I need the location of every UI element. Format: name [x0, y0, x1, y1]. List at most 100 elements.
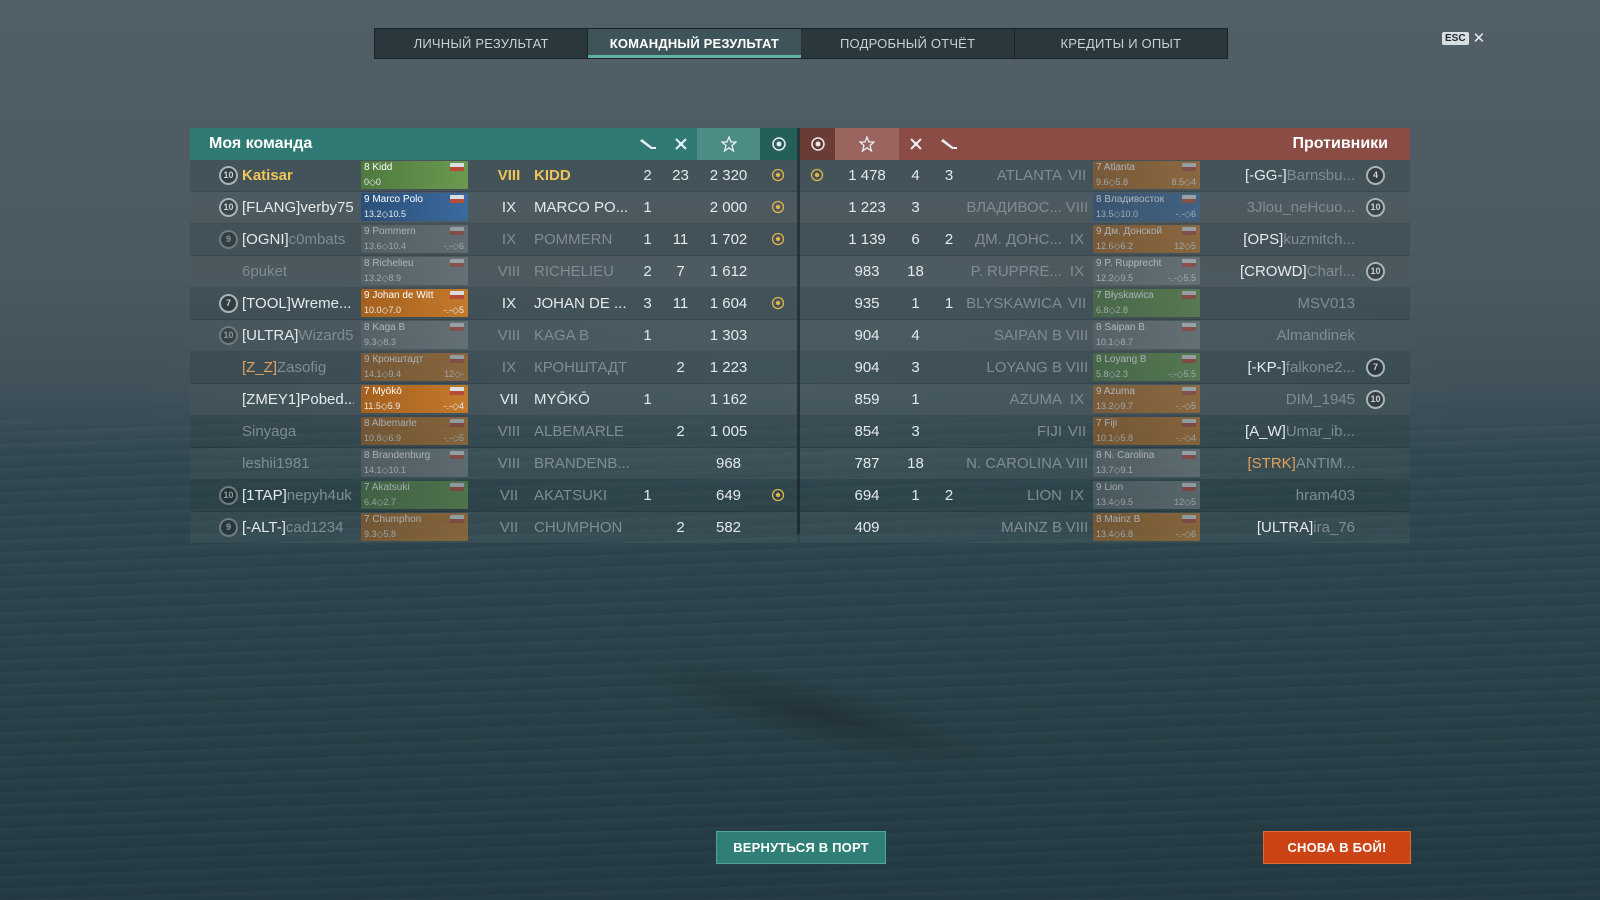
- table-row[interactable]: 935 1 1 BLYSKAWICA VII 7 Błyskawica 6.8◇2.8 MSV…: [800, 288, 1410, 320]
- table-row[interactable]: 694 1 2 LION IX 9 Lion 13.4◇9.5 12◇5 hram403: [800, 480, 1410, 512]
- player-name[interactable]: [1TAP]nepyh4uk: [242, 480, 354, 511]
- table-row[interactable]: [ZMEY1]Pobed... 7 Myōkō 11.5◇5.9 -.-◇4 VII MY…: [190, 384, 797, 416]
- ship-card-stats: 10.1◇5.8: [1096, 433, 1133, 443]
- table-row[interactable]: 6puket 8 Richelieu 13.2◇8.9 VIII RICHELIEU 2 7…: [190, 256, 797, 288]
- player-name[interactable]: [ULTRA]ira_76: [1210, 512, 1355, 543]
- ship-card: 8 Albemarle 10.8◇6.9 -.-◇5: [361, 417, 468, 445]
- battle-again-button[interactable]: СНОВА В БОЙ!: [1263, 831, 1411, 864]
- my-team-title: Моя команда: [209, 135, 313, 152]
- player-name[interactable]: [ULTRA]Wizard5: [242, 320, 354, 351]
- player-name[interactable]: Sinyaga: [242, 416, 354, 447]
- base-xp-star-icon[interactable]: [835, 128, 899, 160]
- player-name[interactable]: [FLANG]verby75: [242, 192, 354, 223]
- ship-tier: IX: [501, 231, 517, 248]
- ships-sunk-icon[interactable]: [932, 128, 966, 160]
- player-name[interactable]: hram403: [1210, 480, 1355, 511]
- planes-destroyed-icon[interactable]: [899, 128, 932, 160]
- player-name[interactable]: DIM_1945: [1210, 384, 1355, 415]
- ship-card-stats: 13.4◇9.5: [1096, 497, 1133, 507]
- ship-tier: VII: [499, 487, 519, 504]
- base-xp-value: 1 005: [709, 423, 748, 440]
- table-row[interactable]: [Z_Z]Zasofig 9 Кронштадт 14.1◇9.4 12◇- IX КРО…: [190, 352, 797, 384]
- ship-card-name: 8 Loyang B: [1096, 354, 1147, 365]
- player-nickname: Charl...: [1306, 263, 1355, 280]
- player-nickname: 3Jlou_neHcuo...: [1246, 199, 1355, 216]
- player-name[interactable]: [-GG-]Barnsbu...: [1210, 160, 1355, 191]
- flag-icon: [1182, 355, 1196, 363]
- medal-icon[interactable]: [760, 128, 797, 160]
- player-name[interactable]: [OPS]kuzmitch...: [1210, 224, 1355, 255]
- table-row[interactable]: Sinyaga 8 Albemarle 10.8◇6.9 -.-◇5 VIII ALBEM…: [190, 416, 797, 448]
- ship-card-name: 9 Marco Polo: [364, 194, 423, 205]
- close-button[interactable]: ESC ✕: [1442, 31, 1485, 46]
- player-name[interactable]: 3Jlou_neHcuo...: [1210, 192, 1355, 223]
- table-row[interactable]: 787 18 N. CAROLINA VIII 8 N. Carolina 13.7◇9.…: [800, 448, 1410, 480]
- tab-detailed-report[interactable]: ПОДРОБНЫЙ ОТЧЁТ: [802, 29, 1015, 58]
- return-to-port-button[interactable]: ВЕРНУТЬСЯ В ПОРТ: [716, 831, 886, 864]
- player-name[interactable]: [TOOL]Wreme...: [242, 288, 354, 319]
- player-name[interactable]: Katisar: [242, 160, 354, 191]
- table-row[interactable]: 7 [TOOL]Wreme... 9 Johan de Witt 10.0◇7.0 -.…: [190, 288, 797, 320]
- ship-card-extra: -.-◇5.5: [1168, 369, 1196, 379]
- enemy-team-table: 1 478 4 3 ATLANTA VII 7 Atlanta 9.6◇5.8 8.5◇4 [-…: [800, 160, 1410, 544]
- table-row[interactable]: 1 223 3 ВЛАДИВОС... VIII 8 Владивосток 13.5◇1…: [800, 192, 1410, 224]
- player-name[interactable]: [STRK]ANTIM...: [1210, 448, 1355, 479]
- player-name[interactable]: [Z_Z]Zasofig: [242, 352, 354, 383]
- ship-name: N. CAROLINA: [966, 455, 1062, 472]
- ship-card: 7 Fiji 10.1◇5.8 -.-◇4: [1093, 417, 1200, 445]
- table-row[interactable]: 904 4 SAIPAN B VIII 8 Saipan B 10.1◇8.7 Almand…: [800, 320, 1410, 352]
- player-name[interactable]: 6puket: [242, 256, 354, 287]
- table-row[interactable]: 859 1 AZUMA IX 9 Azuma 13.2◇9.7 -.-◇5 DIM_1945 1…: [800, 384, 1410, 416]
- base-xp-value: 1 612: [709, 263, 748, 280]
- table-row[interactable]: 10 [ULTRA]Wizard5 8 Kaga B 9.3◇8.3 VIII KAGA …: [190, 320, 797, 352]
- tab-credits-xp[interactable]: КРЕДИТЫ И ОПЫТ: [1015, 29, 1227, 58]
- player-name[interactable]: [A_W]Umar_ib...: [1210, 416, 1355, 447]
- rank-badge-icon: 10: [219, 198, 238, 217]
- table-row[interactable]: 904 3 LOYANG B VIII 8 Loyang B 5.8◇2.3 -.-◇5.5…: [800, 352, 1410, 384]
- tab-personal-result[interactable]: ЛИЧНЫЙ РЕЗУЛЬТАТ: [375, 29, 589, 58]
- player-name[interactable]: leshii1981: [242, 448, 354, 479]
- ship-tier: VIII: [497, 423, 521, 440]
- table-row[interactable]: 10 [1TAP]nepyh4uk 7 Akatsuki 6.4◇2.7 VII AKAT…: [190, 480, 797, 512]
- ship-card-stats: 5.8◇2.3: [1096, 369, 1128, 379]
- player-name[interactable]: [OGNI]c0mbats: [242, 224, 354, 255]
- tab-team-result[interactable]: КОМАНДНЫЙ РЕЗУЛЬТАТ: [588, 29, 802, 58]
- table-row[interactable]: 9 [OGNI]c0mbats 9 Pommern 13.6◇10.4 -.-◇6 IX P…: [190, 224, 797, 256]
- ship-card: 9 Azuma 13.2◇9.7 -.-◇5: [1093, 385, 1200, 413]
- table-row[interactable]: 1 478 4 3 ATLANTA VII 7 Atlanta 9.6◇5.8 8.5◇4 [-…: [800, 160, 1410, 192]
- player-name[interactable]: MSV013: [1210, 288, 1355, 319]
- player-name[interactable]: [CROWD]Charl...: [1210, 256, 1355, 287]
- esc-key-label: ESC: [1442, 32, 1469, 45]
- player-nickname: Barnsbu...: [1286, 167, 1355, 184]
- table-row[interactable]: 983 18 P. RUPPRE... IX 9 P. Rupprecht 12.2◇9.…: [800, 256, 1410, 288]
- ship-card-name: 9 Johan de Witt: [364, 290, 434, 301]
- table-row[interactable]: leshii1981 8 Brandenburg 14.1◇10.1 VIII BRAN…: [190, 448, 797, 480]
- ship-card: 8 Kaga B 9.3◇8.3: [361, 321, 468, 349]
- table-row[interactable]: 854 3 FIJI VII 7 Fiji 10.1◇5.8 -.-◇4 [A_W]Umar_…: [800, 416, 1410, 448]
- ship-name: RICHELIEU: [534, 263, 615, 280]
- base-xp-value: 2 320: [709, 167, 748, 184]
- ships-sunk-icon[interactable]: [631, 128, 664, 160]
- player-name[interactable]: [-KP-]falkone2...: [1210, 352, 1355, 383]
- player-name[interactable]: Almandinek: [1210, 320, 1355, 351]
- table-row[interactable]: 10 Katisar 8 Kidd 0◇0 VIII KIDD 2 23 2 320: [190, 160, 797, 192]
- medal-icon[interactable]: [800, 128, 835, 160]
- ship-name: SAIPAN B: [993, 327, 1062, 344]
- planes-destroyed-value: 4: [911, 167, 920, 184]
- ship-name: ВЛАДИВОС...: [966, 199, 1062, 216]
- ship-card-name: 7 Atlanta: [1096, 162, 1135, 173]
- ship-card: 9 Johan de Witt 10.0◇7.0 -.-◇5: [361, 289, 468, 317]
- base-xp-value: 649: [715, 487, 742, 504]
- player-name[interactable]: [-ALT-]cad1234: [242, 512, 354, 543]
- medal-icon: [771, 232, 785, 246]
- table-row[interactable]: 10 [FLANG]verby75 9 Marco Polo 13.2◇10.5 IX M…: [190, 192, 797, 224]
- table-row[interactable]: 9 [-ALT-]cad1234 7 Chumphon 9.3◇5.8 VII CHUMP…: [190, 512, 797, 544]
- table-row[interactable]: 1 139 6 2 ДМ. ДОНС... IX 9 Дм. Донской 12.6◇6.…: [800, 224, 1410, 256]
- ship-tier: VIII: [497, 327, 521, 344]
- table-row[interactable]: 409 MAINZ B VIII 8 Mainz B 13.4◇6.8 -.-◇6 [ULT…: [800, 512, 1410, 544]
- ship-tier: VII: [1067, 295, 1087, 312]
- enemy-team-title: Противники: [1292, 135, 1389, 152]
- planes-destroyed-icon[interactable]: [664, 128, 697, 160]
- base-xp-star-icon[interactable]: [697, 128, 760, 160]
- player-name[interactable]: [ZMEY1]Pobed...: [242, 384, 354, 415]
